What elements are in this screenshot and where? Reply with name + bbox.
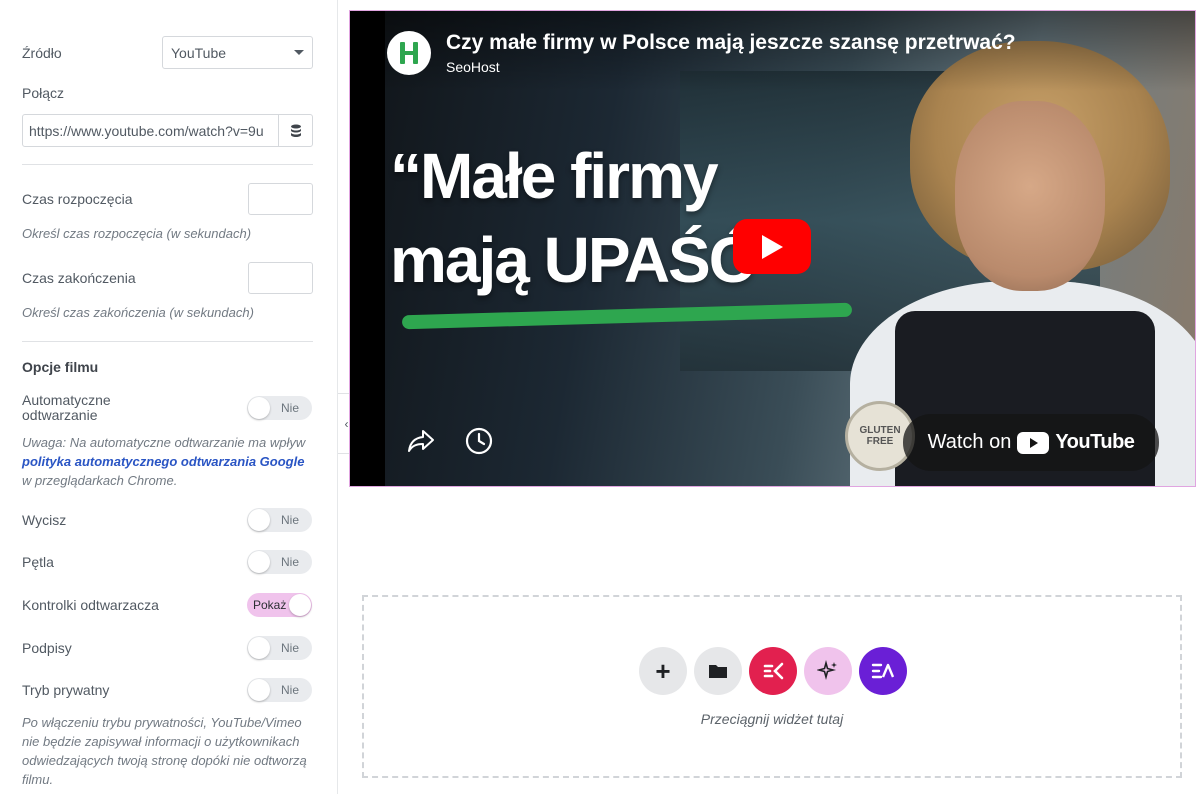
divider bbox=[22, 164, 313, 165]
video-channel[interactable]: SeoHost bbox=[446, 59, 500, 75]
captions-label: Podpisy bbox=[22, 640, 72, 656]
mute-label: Wycisz bbox=[22, 512, 67, 528]
share-button[interactable] bbox=[405, 425, 437, 457]
privacy-label: Tryb prywatny bbox=[22, 682, 110, 698]
mute-toggle[interactable]: Nie bbox=[247, 508, 312, 532]
watch-on-youtube-button[interactable]: Watch on YouTube bbox=[903, 414, 1159, 471]
privacy-row: Tryb prywatny Nie bbox=[22, 678, 312, 702]
youtube-wordmark: YouTube bbox=[1055, 431, 1135, 453]
toggle-state: Nie bbox=[280, 513, 299, 527]
toggle-state: Nie bbox=[280, 683, 299, 697]
video-overlay-line-2: mają UPAŚĆ” bbox=[390, 224, 785, 296]
essential-addons-icon bbox=[871, 663, 895, 679]
source-label: Źródło bbox=[22, 44, 62, 61]
options-heading: Opcje filmu bbox=[22, 359, 99, 375]
privacy-note: Po włączeniu trybu prywatności, YouTube/… bbox=[22, 715, 307, 787]
clock-icon bbox=[465, 427, 493, 455]
autoplay-note-text-end: w przeglądarkach Chrome. bbox=[22, 473, 178, 488]
start-hint: Określ czas rozpoczęcia (w sekundach) bbox=[22, 226, 252, 241]
plus-icon: + bbox=[655, 655, 671, 686]
video-overlay-line-1: “Małe firmy bbox=[390, 140, 719, 212]
autoplay-note-text: Uwaga: Na automatyczne odtwarzanie ma wp… bbox=[22, 435, 306, 450]
toggle-knob bbox=[289, 594, 311, 616]
video-title[interactable]: Czy małe firmy w Polsce mają jeszcze sza… bbox=[446, 31, 1016, 55]
chevron-left-icon: ‹ bbox=[344, 416, 349, 431]
privacy-toggle[interactable]: Nie bbox=[247, 678, 312, 702]
loop-label: Pętla bbox=[22, 554, 54, 570]
add-section-button[interactable]: + bbox=[639, 647, 687, 695]
share-icon bbox=[408, 430, 434, 452]
start-label: Czas rozpoczęcia bbox=[22, 191, 133, 207]
source-select[interactable]: YouTube bbox=[162, 36, 313, 69]
controls-label: Kontrolki odtwarzacza bbox=[22, 597, 159, 613]
options-heading-row: Opcje filmu bbox=[22, 357, 312, 377]
folder-icon bbox=[709, 665, 727, 678]
link-input[interactable]: https://www.youtube.com/watch?v=9u bbox=[23, 115, 278, 146]
elementskit-button[interactable] bbox=[749, 647, 797, 695]
autoplay-note: Uwaga: Na automatyczne odtwarzanie ma wp… bbox=[22, 433, 317, 490]
end-time-input[interactable] bbox=[248, 262, 313, 294]
source-select-value: YouTube bbox=[171, 44, 227, 61]
toggle-knob bbox=[248, 679, 270, 701]
link-field[interactable]: https://www.youtube.com/watch?v=9u bbox=[22, 114, 313, 147]
captions-toggle[interactable]: Nie bbox=[247, 636, 312, 660]
controls-toggle[interactable]: Pokaż bbox=[247, 593, 312, 617]
link-label: Połącz bbox=[22, 85, 65, 101]
end-hint: Określ czas zakończenia (w sekundach) bbox=[22, 305, 254, 320]
elementskit-icon bbox=[763, 662, 784, 680]
seohost-logo-icon bbox=[400, 42, 418, 64]
controls-row: Kontrolki odtwarzacza Pokaż bbox=[22, 593, 312, 617]
watch-later-button[interactable] bbox=[463, 425, 495, 457]
autoplay-label: Automatyczne odtwarzanie bbox=[22, 392, 111, 423]
toggle-knob bbox=[248, 637, 270, 659]
toggle-state: Nie bbox=[280, 401, 299, 415]
autoplay-toggle[interactable]: Nie bbox=[247, 396, 312, 420]
loop-row: Pętla Nie bbox=[22, 550, 312, 574]
toggle-state: Nie bbox=[280, 555, 299, 569]
channel-avatar[interactable] bbox=[387, 31, 431, 75]
video-preview[interactable]: GLUTEN FREE “Małe firmy mają UPAŚĆ” Czy … bbox=[349, 10, 1196, 487]
captions-row: Podpisy Nie bbox=[22, 636, 312, 660]
mute-row: Wycisz Nie bbox=[22, 508, 312, 532]
ai-button[interactable] bbox=[804, 647, 852, 695]
start-time-input[interactable] bbox=[248, 183, 313, 215]
end-label: Czas zakończenia bbox=[22, 270, 136, 286]
essential-addons-button[interactable] bbox=[859, 647, 907, 695]
autoplay-policy-link[interactable]: polityka automatycznego odtwarzania Goog… bbox=[22, 454, 304, 469]
add-template-button[interactable] bbox=[694, 647, 742, 695]
video-person-face bbox=[955, 101, 1105, 291]
dropzone-label: Przeciągnij widżet tutaj bbox=[700, 711, 844, 727]
settings-panel: Źródło YouTube Połącz https://www.youtub… bbox=[0, 0, 338, 794]
play-icon bbox=[762, 234, 783, 259]
dropzone-tools: + bbox=[639, 647, 907, 695]
play-button[interactable] bbox=[733, 219, 811, 274]
toggle-state: Nie bbox=[280, 641, 299, 655]
sparkle-icon bbox=[817, 660, 837, 681]
youtube-play-icon bbox=[1017, 431, 1050, 454]
toggle-state: Pokaż bbox=[253, 598, 287, 612]
database-icon bbox=[290, 124, 301, 137]
chevron-down-icon bbox=[294, 50, 304, 55]
divider bbox=[22, 341, 313, 342]
watch-on-label: Watch on bbox=[927, 431, 1012, 453]
toggle-knob bbox=[248, 551, 270, 573]
link-row: Połącz bbox=[22, 83, 312, 103]
dynamic-tags-button[interactable] bbox=[278, 115, 312, 146]
toggle-knob bbox=[248, 397, 270, 419]
widget-dropzone[interactable]: + Przeciągnij widżet tutaj bbox=[362, 595, 1182, 778]
loop-toggle[interactable]: Nie bbox=[247, 550, 312, 574]
autoplay-row: Automatyczne odtwarzanie Nie bbox=[22, 392, 312, 424]
toggle-knob bbox=[248, 509, 270, 531]
